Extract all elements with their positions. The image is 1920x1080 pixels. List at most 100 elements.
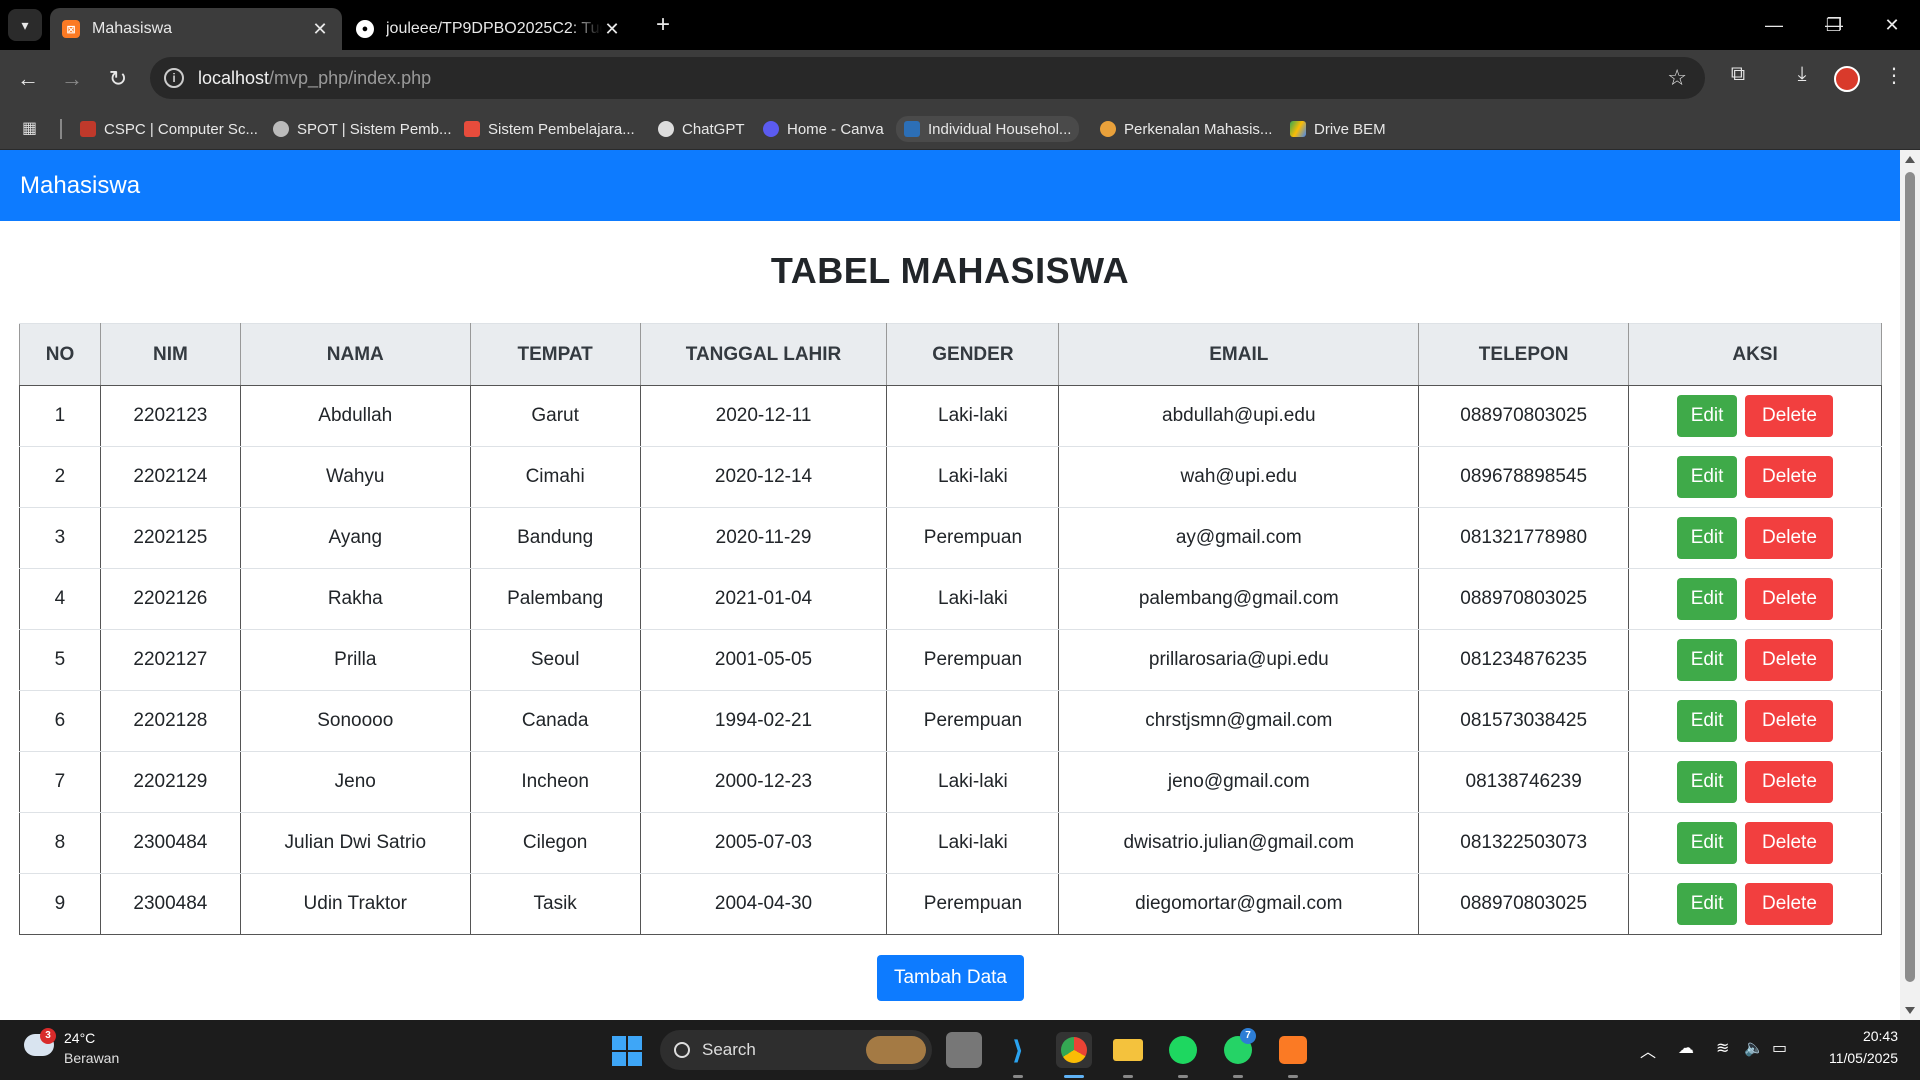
app-indicator — [1288, 1075, 1298, 1078]
address-bar[interactable]: i localhost/mvp_php/index.php ☆ — [150, 57, 1705, 99]
search-highlight-image — [866, 1036, 926, 1064]
delete-button[interactable]: Delete — [1745, 517, 1834, 559]
download-icon[interactable]: ⤓ — [1786, 63, 1818, 86]
back-arrow-icon[interactable]: ← — [12, 63, 44, 95]
cell-tempat: Incheon — [469, 751, 641, 813]
edit-button[interactable]: Edit — [1676, 761, 1738, 803]
scroll-down-arrow-icon[interactable] — [1905, 1007, 1915, 1014]
xampp-taskbar-icon[interactable] — [1275, 1032, 1311, 1068]
vertical-scrollbar[interactable] — [1900, 150, 1920, 1020]
spotify-icon[interactable] — [1165, 1032, 1201, 1068]
delete-button[interactable]: Delete — [1745, 822, 1834, 864]
close-tab-icon[interactable]: ✕ — [310, 19, 330, 40]
tab-mahasiswa[interactable]: ⊠ Mahasiswa ✕ — [50, 8, 342, 50]
edit-button[interactable]: Edit — [1676, 639, 1738, 681]
weather-temperature[interactable]: 24°C — [64, 1030, 95, 1046]
delete-button[interactable]: Delete — [1745, 578, 1834, 620]
weather-description[interactable]: Berawan — [64, 1050, 119, 1066]
bookmark-individual[interactable]: Individual Househol... — [896, 116, 1080, 142]
edit-button[interactable]: Edit — [1676, 517, 1738, 559]
app-indicator — [1123, 1075, 1133, 1078]
navbar-brand[interactable]: Mahasiswa — [20, 172, 140, 200]
cell-tempat: Cimahi — [469, 446, 641, 508]
cell-gender: Perempuan — [886, 507, 1060, 569]
extensions-icon[interactable]: ⧉ — [1722, 63, 1754, 86]
new-tab-button[interactable]: + — [650, 12, 676, 38]
delete-button[interactable]: Delete — [1745, 700, 1834, 742]
bookmark-sistem[interactable]: Sistem Pembelajara... — [464, 116, 635, 142]
cell-no: 9 — [19, 873, 101, 935]
delete-button[interactable]: Delete — [1745, 883, 1834, 925]
vscode-icon[interactable]: ⟩ — [1000, 1032, 1036, 1068]
tab-github[interactable]: ● jouleee/TP9DPBO2025C2: Tugas ✕ — [344, 8, 634, 50]
tab-search-button[interactable]: ▾ — [8, 9, 42, 41]
close-tab-icon[interactable]: ✕ — [602, 19, 622, 40]
minimize-window-button[interactable]: — — [1754, 12, 1794, 38]
apps-grid-icon[interactable]: ▦ — [22, 118, 37, 138]
bookmark-perkenalan[interactable]: Perkenalan Mahasis... — [1100, 116, 1272, 142]
onedrive-cloud-icon[interactable]: ☁ — [1678, 1038, 1694, 1058]
forward-arrow-icon[interactable]: → — [56, 63, 88, 95]
bookmark-star-icon[interactable]: ☆ — [1667, 65, 1687, 91]
bookmark-chatgpt[interactable]: ChatGPT — [658, 116, 745, 142]
scrollbar-thumb[interactable] — [1905, 172, 1915, 982]
app-indicator — [1233, 1075, 1243, 1078]
whatsapp-badge: 7 — [1240, 1028, 1256, 1044]
chevron-up-icon[interactable]: ︿ — [1640, 1038, 1656, 1062]
chrome-icon[interactable] — [1056, 1032, 1092, 1068]
taskbar-search[interactable]: Search — [660, 1030, 932, 1070]
bookmark-cspc[interactable]: CSPC | Computer Sc... — [80, 116, 258, 142]
cell-nama: Abdullah — [239, 385, 471, 447]
reload-icon[interactable]: ↻ — [102, 63, 134, 95]
close-window-button[interactable]: ✕ — [1872, 12, 1912, 38]
delete-button[interactable]: Delete — [1745, 456, 1834, 498]
battery-icon[interactable]: ▭ — [1772, 1038, 1787, 1058]
bookmark-label: CSPC | Computer Sc... — [104, 120, 258, 138]
url-text: localhost/mvp_php/index.php — [198, 68, 431, 89]
clock-date[interactable]: 11/05/2025 — [1829, 1050, 1898, 1066]
edit-button[interactable]: Edit — [1676, 883, 1738, 925]
delete-button[interactable]: Delete — [1745, 639, 1834, 681]
table-row: 6 2202128 Sonoooo Canada 1994-02-21 Perempuan… — [19, 690, 1882, 752]
cell-nama: Udin Traktor — [239, 873, 471, 935]
menu-dots-icon[interactable]: ⋮ — [1878, 63, 1910, 88]
cell-nim: 2202125 — [99, 507, 241, 569]
document-icon — [904, 121, 920, 137]
bookmark-canva[interactable]: Home - Canva — [763, 116, 884, 142]
tambah-data-button[interactable]: Tambah Data — [877, 955, 1024, 1001]
cell-nama: Rakha — [239, 568, 471, 630]
cell-email: abdullah@upi.edu — [1058, 385, 1420, 447]
edit-button[interactable]: Edit — [1676, 700, 1738, 742]
restore-window-button[interactable]: ❐ — [1814, 12, 1854, 38]
windows-start-icon[interactable] — [612, 1036, 642, 1066]
delete-button[interactable]: Delete — [1745, 395, 1834, 437]
cell-no: 3 — [19, 507, 101, 569]
task-view-icon[interactable] — [946, 1032, 982, 1068]
col-header-gender: GENDER — [886, 323, 1060, 386]
cell-tanggal: 2005-07-03 — [639, 812, 888, 874]
bookmark-label: ChatGPT — [682, 120, 745, 138]
wifi-icon[interactable]: ≋ — [1716, 1038, 1729, 1058]
edit-button[interactable]: Edit — [1676, 822, 1738, 864]
file-explorer-icon[interactable] — [1110, 1032, 1146, 1068]
cell-tempat: Seoul — [469, 629, 641, 691]
profile-avatar[interactable] — [1834, 66, 1860, 92]
edit-button[interactable]: Edit — [1676, 578, 1738, 620]
scroll-up-arrow-icon[interactable] — [1905, 156, 1915, 163]
table-row: 9 2300484 Udin Traktor Tasik 2004-04-30 Perem… — [19, 873, 1882, 935]
cell-telepon: 081573038425 — [1418, 690, 1630, 752]
cell-gender: Laki-laki — [886, 812, 1060, 874]
bookmark-spot[interactable]: SPOT | Sistem Pemb... — [273, 116, 452, 142]
site-info-icon[interactable]: i — [164, 68, 184, 88]
cell-tempat: Garut — [469, 385, 641, 447]
edit-button[interactable]: Edit — [1676, 395, 1738, 437]
bookmark-drive[interactable]: Drive BEM — [1290, 116, 1386, 142]
clock-time[interactable]: 20:43 — [1863, 1028, 1898, 1044]
cell-telepon: 088970803025 — [1418, 568, 1630, 630]
edit-button[interactable]: Edit — [1676, 456, 1738, 498]
cell-gender: Perempuan — [886, 873, 1060, 935]
volume-icon[interactable]: 🔈 — [1744, 1038, 1764, 1058]
delete-button[interactable]: Delete — [1745, 761, 1834, 803]
cell-nama: Julian Dwi Satrio — [239, 812, 471, 874]
cell-aksi: Edit Delete — [1628, 629, 1882, 691]
